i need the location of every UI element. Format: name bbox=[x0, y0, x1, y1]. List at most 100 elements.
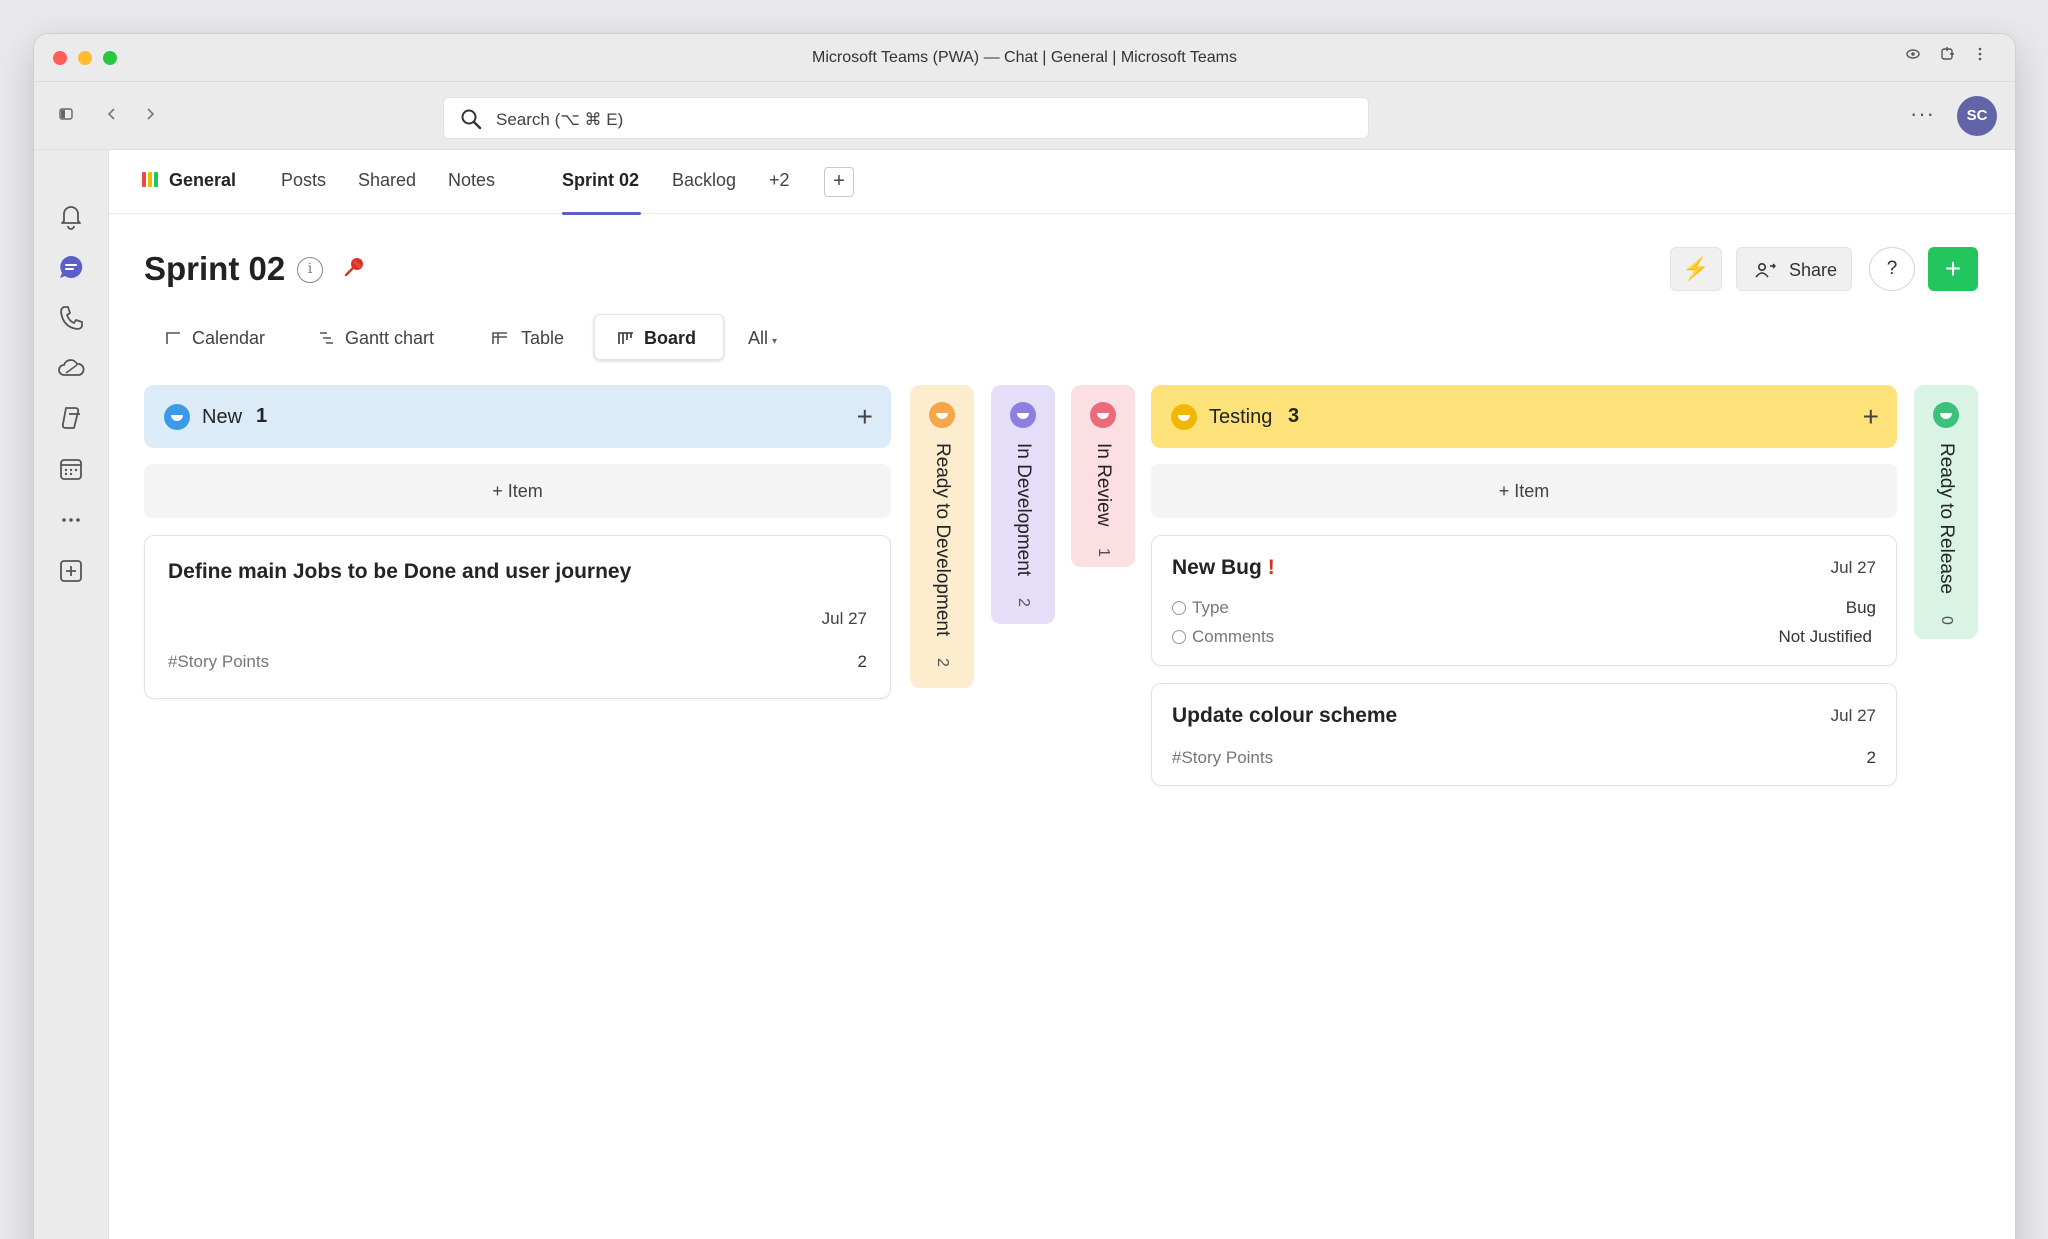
add-card-plus-icon[interactable]: + bbox=[857, 401, 873, 433]
kebab-menu-icon[interactable] bbox=[1969, 46, 1991, 68]
column-label: In Review 1 bbox=[1071, 443, 1135, 557]
search-icon bbox=[461, 109, 482, 130]
add-button[interactable]: + bbox=[1928, 247, 1978, 291]
forward-arrow-icon[interactable] bbox=[138, 104, 162, 128]
teams-window: Microsoft Teams (PWA) — Chat | General |… bbox=[34, 34, 2015, 1239]
tab-backlog[interactable]: Backlog bbox=[672, 170, 736, 191]
card-title-text: New Bug bbox=[1172, 556, 1262, 579]
channel-app-logo-icon bbox=[142, 172, 158, 187]
add-app-icon[interactable] bbox=[55, 555, 87, 587]
column-label: In Development 2 bbox=[991, 443, 1055, 607]
column-name: Ready to Release bbox=[1936, 443, 1957, 595]
pin-icon[interactable] bbox=[340, 254, 368, 282]
column-count: 2 bbox=[1015, 598, 1032, 607]
card-date: Jul 27 bbox=[821, 609, 867, 628]
column-count: 1 bbox=[1095, 548, 1112, 558]
type-radio-icon bbox=[1172, 601, 1186, 615]
more-apps-icon[interactable] bbox=[55, 504, 87, 536]
column-count: 3 bbox=[1288, 405, 1300, 427]
app-rail bbox=[34, 150, 109, 1239]
card-title: Define main Jobs to be Done and user jou… bbox=[168, 560, 632, 583]
board-card[interactable]: Update colour scheme Jul 27 #Story Point… bbox=[1151, 683, 1897, 786]
column-ready-to-development[interactable]: Ready to Development 2 bbox=[910, 385, 974, 688]
tab-shared[interactable]: Shared bbox=[358, 170, 416, 191]
channel-name[interactable]: General bbox=[169, 170, 236, 191]
card-prop-value: 2 bbox=[1866, 748, 1876, 767]
card-date: Jul 27 bbox=[1830, 558, 1876, 577]
add-card-plus-icon[interactable]: + bbox=[1863, 401, 1879, 433]
activity-bell-icon[interactable] bbox=[55, 200, 87, 232]
help-button[interactable]: ? bbox=[1869, 247, 1915, 291]
tab-notes[interactable]: Notes bbox=[448, 170, 495, 191]
title-bar: Microsoft Teams (PWA) — Chat | General |… bbox=[34, 34, 2015, 82]
column-ready-to-release[interactable]: Ready to Release 0 bbox=[1914, 385, 1978, 639]
avatar[interactable]: SC bbox=[1957, 96, 1997, 136]
column-name: In Review bbox=[1093, 443, 1114, 527]
share-label: Share bbox=[1789, 260, 1838, 280]
gantt-icon bbox=[320, 332, 333, 344]
comments-label-text: Comments bbox=[1192, 627, 1275, 646]
view-calendar[interactable]: Calendar bbox=[192, 328, 265, 349]
view-all-dropdown[interactable]: All ▾ bbox=[748, 328, 777, 349]
column-header-testing: Testing 3 + bbox=[1151, 385, 1897, 448]
column-in-review[interactable]: In Review 1 bbox=[1071, 385, 1135, 567]
sidebar-toggle-icon[interactable] bbox=[54, 104, 78, 128]
table-icon bbox=[492, 332, 507, 344]
status-new-icon bbox=[164, 404, 190, 430]
card-prop-value: 2 bbox=[857, 652, 867, 671]
status-ready-dev-icon bbox=[929, 402, 955, 428]
column-label: Ready to Release 0 bbox=[1914, 443, 1978, 625]
page-title: Sprint 02 bbox=[144, 250, 286, 287]
status-testing-icon bbox=[1171, 404, 1197, 430]
eye-icon[interactable] bbox=[1902, 46, 1924, 68]
tab-more[interactable]: +2 bbox=[769, 170, 790, 191]
info-icon[interactable]: i bbox=[297, 257, 323, 283]
calendar-icon[interactable] bbox=[55, 453, 87, 485]
view-table[interactable]: Table bbox=[521, 328, 564, 349]
board-card[interactable]: New Bug ! Jul 27 Type Bug Comments Not J… bbox=[1151, 535, 1897, 666]
column-count: 2 bbox=[934, 658, 951, 668]
search-box[interactable]: Search (⌥ ⌘ E) bbox=[443, 97, 1369, 139]
extension-icon[interactable] bbox=[1936, 46, 1958, 68]
window-title: Microsoft Teams (PWA) — Chat | General |… bbox=[811, 49, 1237, 66]
column-name: Testing bbox=[1209, 406, 1273, 428]
active-tab-indicator bbox=[562, 212, 641, 215]
card-prop-label: #Story Points bbox=[168, 652, 270, 671]
tab-sprint-02[interactable]: Sprint 02 bbox=[562, 170, 639, 191]
column-in-development[interactable]: In Development 2 bbox=[991, 385, 1055, 624]
status-in-dev-icon bbox=[1010, 402, 1036, 428]
calls-phone-icon[interactable] bbox=[55, 302, 87, 334]
column-name: In Development bbox=[1013, 443, 1034, 577]
tab-posts[interactable]: Posts bbox=[281, 170, 326, 191]
board-card[interactable]: Define main Jobs to be Done and user jou… bbox=[144, 535, 891, 699]
back-arrow-icon[interactable] bbox=[100, 104, 124, 128]
column-name: Ready to Development bbox=[932, 443, 953, 637]
type-label-text: Type bbox=[1192, 598, 1229, 617]
card-type-label: Type bbox=[1172, 598, 1229, 618]
status-ready-release-icon bbox=[1933, 402, 1959, 428]
add-tab-button[interactable]: + bbox=[824, 167, 854, 197]
view-board[interactable]: Board bbox=[644, 328, 696, 349]
column-count: 1 bbox=[256, 405, 268, 427]
card-date: Jul 27 bbox=[1830, 706, 1876, 725]
share-button[interactable]: Share bbox=[1736, 247, 1852, 291]
card-title: New Bug ! bbox=[1172, 556, 1275, 580]
comments-radio-icon bbox=[1172, 630, 1186, 644]
add-item-button[interactable]: + Item bbox=[1151, 464, 1897, 518]
copilot-icon[interactable] bbox=[55, 402, 87, 434]
share-people-icon bbox=[1755, 262, 1776, 278]
card-title: Update colour scheme bbox=[1172, 704, 1398, 727]
view-gantt[interactable]: Gantt chart bbox=[345, 328, 434, 349]
calendar-view-icon bbox=[166, 332, 180, 344]
card-comments-value: Not Justified bbox=[1778, 627, 1872, 646]
chat-icon[interactable] bbox=[55, 251, 87, 283]
card-comments-label: Comments bbox=[1172, 627, 1274, 647]
more-options-icon[interactable]: ··· bbox=[1910, 101, 1935, 127]
priority-flag: ! bbox=[1267, 556, 1275, 579]
onedrive-cloud-icon[interactable] bbox=[55, 352, 87, 384]
add-item-button[interactable]: + Item bbox=[144, 464, 891, 518]
automation-button[interactable]: ⚡ bbox=[1670, 247, 1722, 291]
status-in-review-icon bbox=[1090, 402, 1116, 428]
channel-tabs: General Posts Shared Notes Sprint 02 Bac… bbox=[109, 150, 2015, 215]
dropdown-caret-icon: ▾ bbox=[772, 336, 778, 347]
